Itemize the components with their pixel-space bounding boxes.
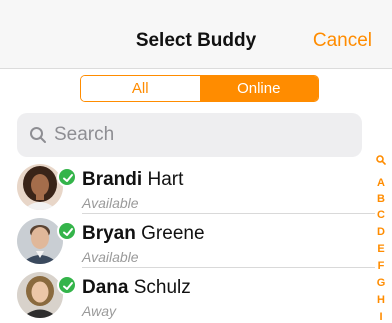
- index-letter-f[interactable]: F: [372, 261, 390, 272]
- avatar-container: [17, 164, 77, 210]
- avatar: [17, 164, 63, 210]
- index-letter-h[interactable]: H: [372, 295, 390, 306]
- index-letter-e[interactable]: E: [372, 244, 390, 255]
- index-search-icon[interactable]: [376, 155, 386, 165]
- buddy-status: Available: [82, 195, 139, 211]
- checkmark-icon: [63, 282, 73, 290]
- segment-online[interactable]: Online: [199, 76, 318, 101]
- buddy-status: Available: [82, 249, 139, 265]
- search-icon: [30, 127, 46, 143]
- avatar-container: [17, 272, 77, 318]
- index-letter-b[interactable]: B: [372, 194, 390, 205]
- index-letter-d[interactable]: D: [372, 227, 390, 238]
- index-letter-g[interactable]: G: [372, 278, 390, 289]
- checkmark-icon: [63, 174, 73, 182]
- search-input[interactable]: [54, 113, 344, 157]
- first-name: Bryan: [82, 223, 136, 244]
- first-name: Brandi: [82, 169, 143, 190]
- filter-segmented-control: All Online: [80, 75, 319, 102]
- index-letter-c[interactable]: C: [372, 210, 390, 221]
- online-status-badge: [57, 221, 77, 241]
- buddy-row-brandi-hart[interactable]: Brandi Hart Available: [0, 160, 375, 214]
- last-name: Hart: [147, 169, 184, 190]
- buddy-name: Dana Schulz: [82, 277, 191, 299]
- avatar: [17, 272, 63, 318]
- index-letter-i[interactable]: I: [372, 312, 390, 323]
- index-letter-a[interactable]: A: [372, 178, 390, 189]
- buddy-name: Brandi Hart: [82, 169, 183, 191]
- cancel-button[interactable]: Cancel: [313, 30, 372, 52]
- checkmark-icon: [63, 228, 73, 236]
- avatar: [17, 218, 63, 264]
- navigation-bar: Select Buddy Cancel: [0, 0, 392, 69]
- buddy-row-dana-schulz[interactable]: Dana Schulz Away: [0, 268, 375, 322]
- buddy-row-bryan-greene[interactable]: Bryan Greene Available: [0, 214, 375, 268]
- buddy-name: Bryan Greene: [82, 223, 205, 245]
- segment-all[interactable]: All: [81, 76, 200, 101]
- last-name: Schulz: [133, 277, 191, 298]
- online-status-badge: [57, 275, 77, 295]
- search-bar[interactable]: [17, 113, 362, 157]
- online-status-badge: [57, 167, 77, 187]
- last-name: Greene: [141, 223, 205, 244]
- avatar-container: [17, 218, 77, 264]
- first-name: Dana: [82, 277, 129, 298]
- buddy-status: Away: [82, 303, 116, 319]
